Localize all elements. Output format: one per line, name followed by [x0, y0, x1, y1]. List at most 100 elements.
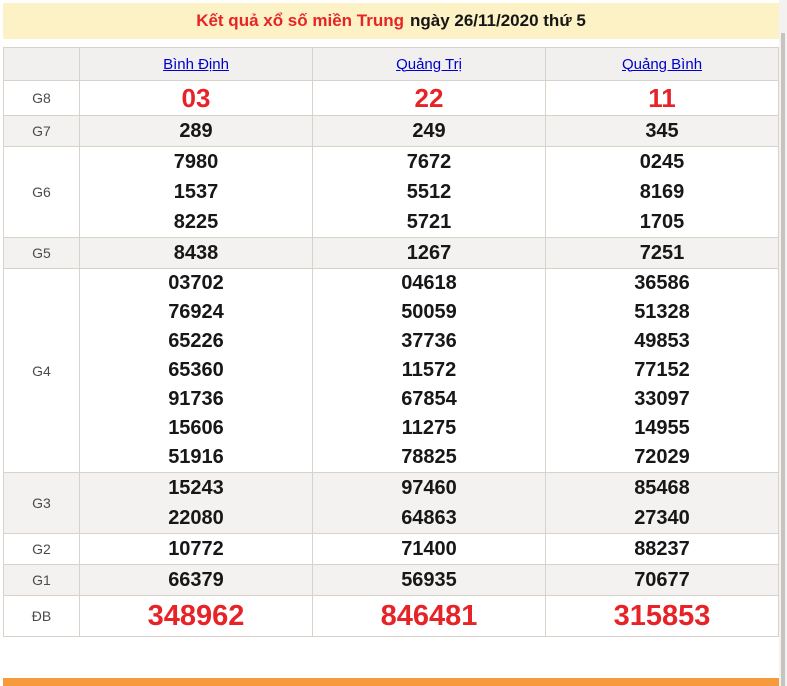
prize-cell-g1-quang-binh: 70677: [545, 564, 779, 596]
prize-number: 7251: [639, 242, 685, 264]
prize-cell-g8-binh-dinh: 03: [79, 80, 313, 116]
prize-number: 64863: [401, 507, 457, 529]
prize-cell-g7-binh-dinh: 289: [79, 115, 313, 147]
prize-number: 315853: [613, 600, 711, 632]
prize-number: 67854: [401, 388, 457, 410]
prize-number: 85468: [634, 477, 690, 499]
prize-number: 14955: [634, 417, 690, 439]
prize-cell-g4-quang-binh: 36586 51328 49853 77152 33097 14955 72029: [545, 268, 779, 473]
prize-cell-g4-quang-tri: 04618 50059 37736 11572 67854 11275 78825: [312, 268, 546, 473]
prize-cell-g8-quang-tri: 22: [312, 80, 546, 116]
prize-number: 50059: [401, 301, 457, 323]
page-title: Kết quả xổ số miền Trung ngày 26/11/2020…: [3, 3, 779, 39]
prize-cell-g6-quang-tri: 7672 5512 5721: [312, 146, 546, 238]
prize-cell-g1-quang-tri: 56935: [312, 564, 546, 596]
prize-number: 78825: [401, 446, 457, 468]
prize-row-g1: G1 66379 56935 70677: [3, 564, 779, 596]
page-title-region: Kết quả xổ số miền Trung: [196, 11, 404, 30]
prize-cell-g7-quang-binh: 345: [545, 115, 779, 147]
prize-number: 11572: [401, 359, 457, 381]
prize-number: 03702: [168, 272, 224, 294]
column-link-quang-tri[interactable]: Quảng Trị: [396, 56, 462, 73]
prize-number: 1537: [173, 181, 219, 203]
prize-number: 1267: [406, 242, 452, 264]
column-header-quang-tri: Quảng Trị: [312, 47, 546, 81]
prize-cell-db-quang-binh: 315853: [545, 595, 779, 637]
prize-number: 0245: [639, 151, 685, 173]
prize-number: 15606: [168, 417, 224, 439]
prize-row-g5: G5 8438 1267 7251: [3, 237, 779, 269]
prize-number: 65360: [168, 359, 224, 381]
prize-number: 11275: [401, 417, 457, 439]
prize-number: 37736: [401, 330, 457, 352]
prize-label-db: ĐB: [3, 595, 80, 637]
prize-number: 77152: [634, 359, 690, 381]
table-header-row: Bình Định Quảng Trị Quảng Bình: [3, 47, 779, 81]
scrollbar-thumb[interactable]: [781, 33, 785, 686]
prize-cell-g3-quang-binh: 85468 27340: [545, 472, 779, 534]
prize-number: 49853: [634, 330, 690, 352]
prize-number: 10772: [168, 538, 224, 560]
column-header-quang-binh: Quảng Bình: [545, 47, 779, 81]
prize-number: 88237: [634, 538, 690, 560]
prize-cell-g4-binh-dinh: 03702 76924 65226 65360 91736 15606 51916: [79, 268, 313, 473]
prize-cell-g6-binh-dinh: 7980 1537 8225: [79, 146, 313, 238]
prize-number: 345: [645, 120, 679, 142]
prize-number: 91736: [168, 388, 224, 410]
prize-number: 289: [179, 120, 213, 142]
prize-number: 8225: [173, 211, 219, 233]
prize-number: 72029: [634, 446, 690, 468]
prize-cell-g7-quang-tri: 249: [312, 115, 546, 147]
prize-number: 51328: [634, 301, 690, 323]
prize-cell-g2-binh-dinh: 10772: [79, 533, 313, 565]
prize-cell-g3-quang-tri: 97460 64863: [312, 472, 546, 534]
prize-row-g2: G2 10772 71400 88237: [3, 533, 779, 565]
prize-row-db: ĐB 348962 846481 315853: [3, 595, 779, 637]
prize-cell-g8-quang-binh: 11: [545, 80, 779, 116]
prize-number: 8438: [173, 242, 219, 264]
column-link-binh-dinh[interactable]: Bình Định: [163, 56, 229, 73]
results-table-body: G8 03 22 11 G7 289 249 345 G6 7980 1537 8225 7672 551…: [3, 80, 779, 637]
prize-cell-g2-quang-binh: 88237: [545, 533, 779, 565]
prize-cell-g2-quang-tri: 71400: [312, 533, 546, 565]
prize-label-g4: G4: [3, 268, 80, 473]
prize-cell-g3-binh-dinh: 15243 22080: [79, 472, 313, 534]
prize-cell-g6-quang-binh: 0245 8169 1705: [545, 146, 779, 238]
prize-number: 846481: [380, 600, 478, 632]
prize-label-g5: G5: [3, 237, 80, 269]
prize-number: 66379: [168, 569, 224, 591]
prize-number: 7672: [406, 151, 452, 173]
prize-number: 5512: [406, 181, 452, 203]
prize-cell-db-binh-dinh: 348962: [79, 595, 313, 637]
prize-row-g6: G6 7980 1537 8225 7672 5512 5721 0245 8169 1705: [3, 146, 779, 238]
prize-number: 1705: [639, 211, 685, 233]
prize-row-g8: G8 03 22 11: [3, 80, 779, 116]
scrollbar-track[interactable]: [779, 0, 787, 686]
prize-number: 33097: [634, 388, 690, 410]
column-link-quang-binh[interactable]: Quảng Bình: [622, 56, 702, 73]
prize-number: 76924: [168, 301, 224, 323]
prize-number: 27340: [634, 507, 690, 529]
prize-row-g7: G7 289 249 345: [3, 115, 779, 147]
prize-number: 97460: [401, 477, 457, 499]
prize-number: 56935: [401, 569, 457, 591]
table-corner-cell: [3, 47, 80, 81]
prize-row-g3: G3 15243 22080 97460 64863 85468 27340: [3, 472, 779, 534]
bottom-orange-bar: [3, 678, 779, 686]
prize-label-g3: G3: [3, 472, 80, 534]
prize-cell-db-quang-tri: 846481: [312, 595, 546, 637]
prize-number: 71400: [401, 538, 457, 560]
prize-number: 15243: [168, 477, 224, 499]
prize-label-g1: G1: [3, 564, 80, 596]
prize-number: 70677: [634, 569, 690, 591]
prize-number: 348962: [147, 600, 245, 632]
prize-cell-g5-quang-binh: 7251: [545, 237, 779, 269]
column-header-binh-dinh: Bình Định: [79, 47, 313, 81]
prize-label-g8: G8: [3, 80, 80, 116]
prize-number: 65226: [168, 330, 224, 352]
prize-number: 36586: [634, 272, 690, 294]
prize-number: 22080: [168, 507, 224, 529]
prize-number: 8169: [639, 181, 685, 203]
prize-number: 5721: [406, 211, 452, 233]
page-title-date: ngày 26/11/2020 thứ 5: [410, 11, 586, 30]
